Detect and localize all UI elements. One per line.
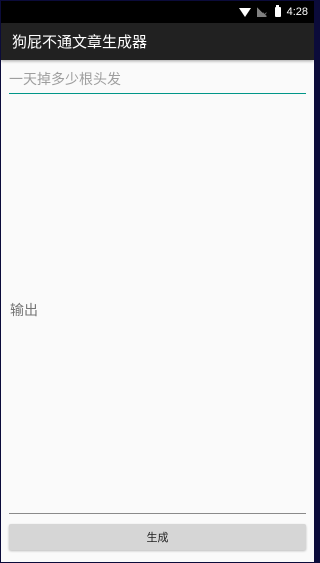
- status-bar: ✕ 4:28: [1, 1, 314, 23]
- app-screen: ✕ 4:28 狗屁不通文章生成器 输出 生成: [1, 1, 314, 562]
- status-icons: ✕ 4:28: [238, 1, 308, 23]
- output-text: 输出: [10, 303, 38, 319]
- divider: [9, 513, 306, 514]
- app-title: 狗屁不通文章生成器: [12, 33, 148, 51]
- wifi-icon: [238, 8, 251, 17]
- battery-icon: [274, 5, 281, 17]
- no-signal-icon: ✕: [256, 7, 268, 19]
- topic-input-container: [9, 69, 306, 94]
- app-bar: 狗屁不通文章生成器: [1, 23, 314, 60]
- status-time: 4:28: [286, 6, 308, 18]
- generate-button[interactable]: 生成: [9, 524, 306, 550]
- topic-input[interactable]: [9, 69, 306, 91]
